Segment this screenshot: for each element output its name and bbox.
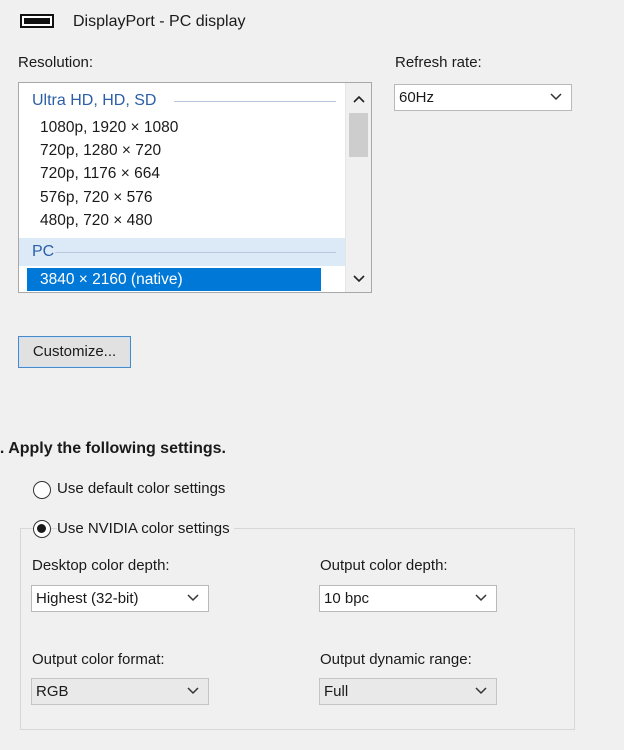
group-header-label: PC	[32, 243, 55, 260]
chevron-down-icon	[550, 93, 562, 101]
group-header-pc: PC	[19, 239, 346, 265]
output-color-depth-value: 10 bpc	[324, 590, 370, 607]
chevron-down-icon	[187, 594, 199, 602]
list-item-selected[interactable]: 3840 × 2160 (native)	[27, 268, 321, 291]
list-item[interactable]: 720p, 1176 × 664	[19, 162, 347, 185]
resolution-listbox[interactable]: Ultra HD, HD, SD 1080p, 1920 × 1080 720p…	[18, 82, 372, 293]
list-item[interactable]: 720p, 1280 × 720	[19, 139, 347, 162]
group-divider	[174, 101, 336, 102]
display-title: DisplayPort - PC display	[73, 13, 246, 30]
list-item[interactable]: 576p, 720 × 576	[19, 186, 347, 209]
output-color-format-label: Output color format:	[32, 651, 165, 668]
refresh-rate-value: 60Hz	[399, 89, 435, 106]
output-color-format-dropdown[interactable]: RGB	[31, 678, 209, 705]
refresh-rate-dropdown[interactable]: 60Hz	[394, 84, 572, 111]
desktop-color-depth-dropdown[interactable]: Highest (32-bit)	[31, 585, 209, 612]
desktop-color-depth-value: Highest (32-bit)	[36, 590, 139, 607]
radio-selected-dot	[37, 524, 46, 533]
desktop-color-depth-label: Desktop color depth:	[32, 557, 170, 574]
scroll-thumb[interactable]	[349, 113, 368, 157]
display-icon	[20, 14, 54, 28]
output-color-depth-label: Output color depth:	[320, 557, 448, 574]
scroll-down-icon[interactable]	[346, 267, 371, 291]
output-dynamic-range-dropdown[interactable]: Full	[319, 678, 497, 705]
output-dynamic-range-label: Output dynamic range:	[320, 651, 472, 668]
radio-default-color[interactable]	[33, 481, 51, 499]
chevron-down-icon	[475, 687, 487, 695]
chevron-down-icon	[475, 594, 487, 602]
scroll-up-icon[interactable]	[346, 87, 371, 111]
output-color-depth-dropdown[interactable]: 10 bpc	[319, 585, 497, 612]
list-item[interactable]: 1080p, 1920 × 1080	[19, 116, 347, 139]
group-header-ultra-hd: Ultra HD, HD, SD	[19, 88, 347, 114]
list-scrollbar[interactable]	[345, 83, 371, 292]
settings-heading: 3. Apply the following settings.	[0, 440, 226, 457]
radio-nvidia-color[interactable]	[33, 520, 51, 538]
group-header-label: Ultra HD, HD, SD	[32, 92, 157, 109]
radio-nvidia-label[interactable]: Use NVIDIA color settings	[57, 520, 234, 537]
list-item[interactable]: 480p, 720 × 480	[19, 209, 347, 232]
radio-default-label[interactable]: Use default color settings	[57, 480, 225, 497]
chevron-down-icon	[187, 687, 199, 695]
group-divider	[55, 252, 336, 253]
customize-button[interactable]: Customize...	[18, 336, 131, 368]
output-dynamic-range-value: Full	[324, 683, 349, 700]
refresh-rate-label: Refresh rate:	[395, 54, 482, 71]
output-color-format-value: RGB	[36, 683, 69, 700]
resolution-label: Resolution:	[18, 54, 94, 71]
